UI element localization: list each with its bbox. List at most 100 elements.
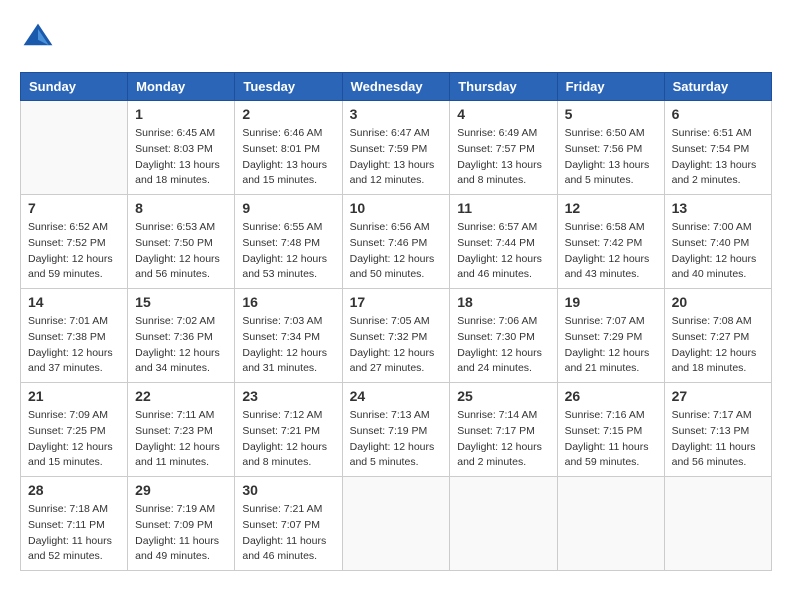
calendar-cell: 3 Sunrise: 6:47 AMSunset: 7:59 PMDaylight…: [342, 101, 450, 195]
calendar-cell: 7 Sunrise: 6:52 AMSunset: 7:52 PMDaylight…: [21, 195, 128, 289]
day-number: 29: [135, 482, 227, 498]
day-info: Sunrise: 6:57 AMSunset: 7:44 PMDaylight:…: [457, 220, 549, 283]
page-header: [20, 20, 772, 56]
calendar-cell: 5 Sunrise: 6:50 AMSunset: 7:56 PMDaylight…: [557, 101, 664, 195]
calendar-cell: 13 Sunrise: 7:00 AMSunset: 7:40 PMDayligh…: [664, 195, 771, 289]
day-info: Sunrise: 6:50 AMSunset: 7:56 PMDaylight:…: [565, 126, 657, 189]
weekday-header-wednesday: Wednesday: [342, 73, 450, 101]
day-info: Sunrise: 7:11 AMSunset: 7:23 PMDaylight:…: [135, 408, 227, 471]
calendar-cell: 28Sunrise: 7:18 AMSunset: 7:11 PMDayligh…: [21, 477, 128, 571]
day-number: 24: [350, 388, 443, 404]
calendar-cell: 29 Sunrise: 7:19 AMSunset: 7:09 PMDayligh…: [128, 477, 235, 571]
calendar-cell: 4Sunrise: 6:49 AMSunset: 7:57 PMDaylight…: [450, 101, 557, 195]
logo: [20, 20, 62, 56]
calendar-cell: 14 Sunrise: 7:01 AMSunset: 7:38 PMDayligh…: [21, 289, 128, 383]
day-info: Sunrise: 7:07 AMSunset: 7:29 PMDaylight:…: [565, 314, 657, 377]
calendar-week-row: 14 Sunrise: 7:01 AMSunset: 7:38 PMDayligh…: [21, 289, 772, 383]
day-info: Sunrise: 7:06 AMSunset: 7:30 PMDaylight:…: [457, 314, 549, 377]
calendar-cell: 11 Sunrise: 6:57 AMSunset: 7:44 PMDayligh…: [450, 195, 557, 289]
day-info: Sunrise: 6:53 AMSunset: 7:50 PMDaylight:…: [135, 220, 227, 283]
day-info: Sunrise: 7:03 AMSunset: 7:34 PMDaylight:…: [242, 314, 334, 377]
calendar-cell: [21, 101, 128, 195]
calendar-cell: [450, 477, 557, 571]
day-number: 3: [350, 106, 443, 122]
calendar-cell: 2 Sunrise: 6:46 AMSunset: 8:01 PMDaylight…: [235, 101, 342, 195]
calendar-week-row: 21 Sunrise: 7:09 AMSunset: 7:25 PMDayligh…: [21, 383, 772, 477]
day-number: 7: [28, 200, 120, 216]
day-info: Sunrise: 7:09 AMSunset: 7:25 PMDaylight:…: [28, 408, 120, 471]
day-number: 11: [457, 200, 549, 216]
day-number: 13: [672, 200, 764, 216]
day-info: Sunrise: 7:19 AMSunset: 7:09 PMDaylight:…: [135, 502, 227, 565]
day-info: Sunrise: 7:00 AMSunset: 7:40 PMDaylight:…: [672, 220, 764, 283]
day-info: Sunrise: 7:12 AMSunset: 7:21 PMDaylight:…: [242, 408, 334, 471]
day-number: 10: [350, 200, 443, 216]
calendar-cell: 19 Sunrise: 7:07 AMSunset: 7:29 PMDayligh…: [557, 289, 664, 383]
calendar-week-row: 7 Sunrise: 6:52 AMSunset: 7:52 PMDaylight…: [21, 195, 772, 289]
day-number: 6: [672, 106, 764, 122]
day-number: 9: [242, 200, 334, 216]
weekday-header-tuesday: Tuesday: [235, 73, 342, 101]
weekday-header-monday: Monday: [128, 73, 235, 101]
weekday-header-thursday: Thursday: [450, 73, 557, 101]
calendar-cell: 12 Sunrise: 6:58 AMSunset: 7:42 PMDayligh…: [557, 195, 664, 289]
day-info: Sunrise: 6:52 AMSunset: 7:52 PMDaylight:…: [28, 220, 120, 283]
day-number: 20: [672, 294, 764, 310]
day-info: Sunrise: 6:55 AMSunset: 7:48 PMDaylight:…: [242, 220, 334, 283]
calendar-cell: [342, 477, 450, 571]
calendar-cell: 26 Sunrise: 7:16 AMSunset: 7:15 PMDayligh…: [557, 383, 664, 477]
day-info: Sunrise: 6:56 AMSunset: 7:46 PMDaylight:…: [350, 220, 443, 283]
calendar-cell: 10 Sunrise: 6:56 AMSunset: 7:46 PMDayligh…: [342, 195, 450, 289]
calendar-cell: 9 Sunrise: 6:55 AMSunset: 7:48 PMDaylight…: [235, 195, 342, 289]
calendar-cell: 8 Sunrise: 6:53 AMSunset: 7:50 PMDaylight…: [128, 195, 235, 289]
calendar-cell: 23 Sunrise: 7:12 AMSunset: 7:21 PMDayligh…: [235, 383, 342, 477]
day-number: 12: [565, 200, 657, 216]
day-number: 15: [135, 294, 227, 310]
day-info: Sunrise: 7:17 AMSunset: 7:13 PMDaylight:…: [672, 408, 764, 471]
day-number: 1: [135, 106, 227, 122]
day-info: Sunrise: 7:02 AMSunset: 7:36 PMDaylight:…: [135, 314, 227, 377]
day-info: Sunrise: 7:01 AMSunset: 7:38 PMDaylight:…: [28, 314, 120, 377]
day-info: Sunrise: 7:08 AMSunset: 7:27 PMDaylight:…: [672, 314, 764, 377]
day-info: Sunrise: 6:58 AMSunset: 7:42 PMDaylight:…: [565, 220, 657, 283]
calendar-cell: 18Sunrise: 7:06 AMSunset: 7:30 PMDayligh…: [450, 289, 557, 383]
calendar-week-row: 28Sunrise: 7:18 AMSunset: 7:11 PMDayligh…: [21, 477, 772, 571]
calendar-cell: 22Sunrise: 7:11 AMSunset: 7:23 PMDayligh…: [128, 383, 235, 477]
calendar-cell: 24 Sunrise: 7:13 AMSunset: 7:19 PMDayligh…: [342, 383, 450, 477]
calendar-week-row: 1 Sunrise: 6:45 AMSunset: 8:03 PMDaylight…: [21, 101, 772, 195]
calendar-cell: 30Sunrise: 7:21 AMSunset: 7:07 PMDayligh…: [235, 477, 342, 571]
day-number: 2: [242, 106, 334, 122]
calendar-cell: 21 Sunrise: 7:09 AMSunset: 7:25 PMDayligh…: [21, 383, 128, 477]
day-number: 16: [242, 294, 334, 310]
day-number: 5: [565, 106, 657, 122]
day-info: Sunrise: 6:46 AMSunset: 8:01 PMDaylight:…: [242, 126, 334, 189]
calendar-cell: 16 Sunrise: 7:03 AMSunset: 7:34 PMDayligh…: [235, 289, 342, 383]
day-number: 21: [28, 388, 120, 404]
day-number: 4: [457, 106, 549, 122]
day-info: Sunrise: 7:13 AMSunset: 7:19 PMDaylight:…: [350, 408, 443, 471]
weekday-header-row: SundayMondayTuesdayWednesdayThursdayFrid…: [21, 73, 772, 101]
calendar-table: SundayMondayTuesdayWednesdayThursdayFrid…: [20, 72, 772, 571]
calendar-cell: 1 Sunrise: 6:45 AMSunset: 8:03 PMDaylight…: [128, 101, 235, 195]
day-number: 25: [457, 388, 549, 404]
day-number: 30: [242, 482, 334, 498]
day-number: 19: [565, 294, 657, 310]
day-number: 26: [565, 388, 657, 404]
day-info: Sunrise: 7:14 AMSunset: 7:17 PMDaylight:…: [457, 408, 549, 471]
day-info: Sunrise: 7:05 AMSunset: 7:32 PMDaylight:…: [350, 314, 443, 377]
day-number: 23: [242, 388, 334, 404]
day-info: Sunrise: 6:47 AMSunset: 7:59 PMDaylight:…: [350, 126, 443, 189]
day-number: 14: [28, 294, 120, 310]
calendar-cell: 20 Sunrise: 7:08 AMSunset: 7:27 PMDayligh…: [664, 289, 771, 383]
day-info: Sunrise: 7:18 AMSunset: 7:11 PMDaylight:…: [28, 502, 120, 565]
day-info: Sunrise: 7:16 AMSunset: 7:15 PMDaylight:…: [565, 408, 657, 471]
weekday-header-friday: Friday: [557, 73, 664, 101]
day-info: Sunrise: 6:45 AMSunset: 8:03 PMDaylight:…: [135, 126, 227, 189]
day-number: 8: [135, 200, 227, 216]
calendar-cell: [664, 477, 771, 571]
day-number: 27: [672, 388, 764, 404]
calendar-cell: 17Sunrise: 7:05 AMSunset: 7:32 PMDayligh…: [342, 289, 450, 383]
calendar-cell: 6Sunrise: 6:51 AMSunset: 7:54 PMDaylight…: [664, 101, 771, 195]
weekday-header-sunday: Sunday: [21, 73, 128, 101]
calendar-cell: 25 Sunrise: 7:14 AMSunset: 7:17 PMDayligh…: [450, 383, 557, 477]
